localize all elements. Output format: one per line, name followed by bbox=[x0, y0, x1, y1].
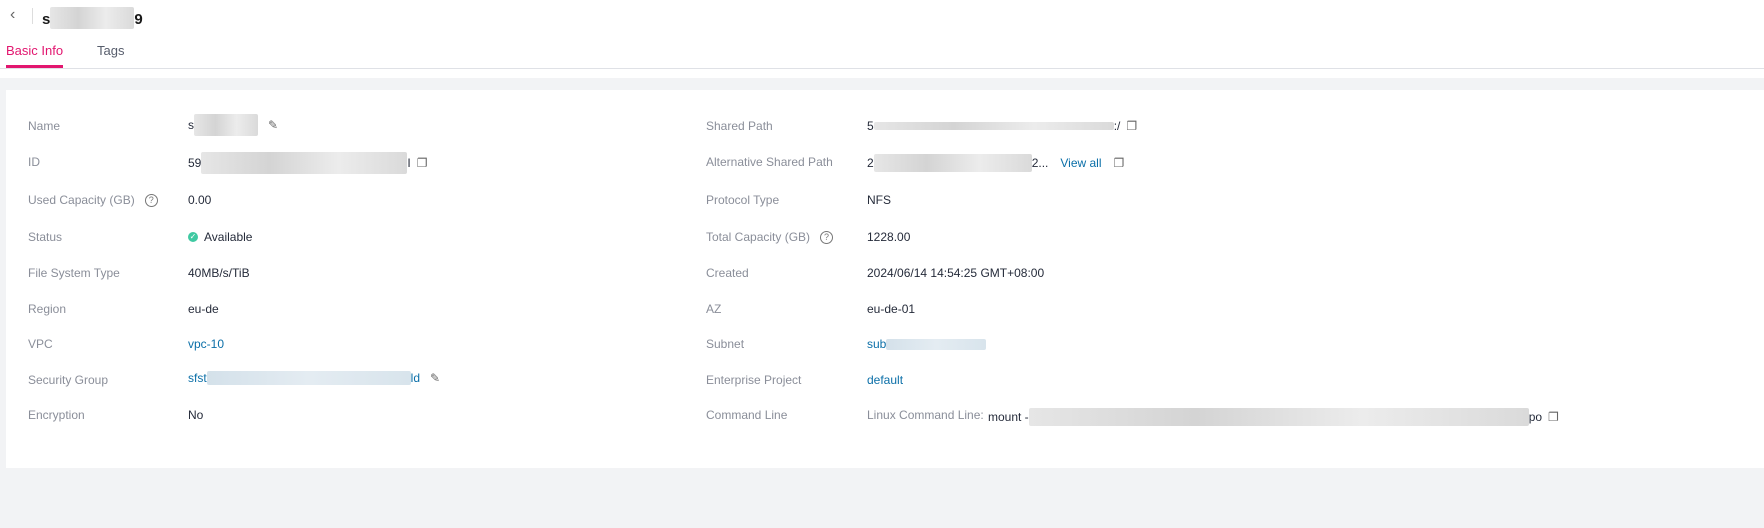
command-line-value: mount - po ❐ bbox=[988, 408, 1559, 426]
tab-basic-info[interactable]: Basic Info bbox=[6, 43, 64, 68]
page-title: s9 bbox=[42, 7, 143, 29]
shared-path-label: Shared Path bbox=[706, 119, 773, 133]
vpc-link[interactable]: vpc-10 bbox=[188, 337, 224, 351]
total-capacity-label: Total Capacity (GB)? bbox=[706, 230, 834, 244]
encryption-value: No bbox=[188, 408, 204, 422]
edit-icon[interactable]: ✎ bbox=[430, 371, 440, 385]
redacted bbox=[206, 371, 411, 385]
redacted bbox=[194, 114, 258, 136]
encryption-label: Encryption bbox=[28, 408, 85, 422]
enterprise-project-label: Enterprise Project bbox=[706, 373, 802, 387]
check-circle-icon: ✓ bbox=[188, 232, 198, 242]
total-capacity-value: 1228.00 bbox=[867, 230, 911, 244]
security-group-label: Security Group bbox=[28, 373, 109, 387]
region-label: Region bbox=[28, 302, 67, 316]
name-label: Name bbox=[28, 119, 61, 133]
id-label: ID bbox=[28, 155, 40, 169]
protocol-type-label: Protocol Type bbox=[706, 193, 780, 207]
used-capacity-value: 0.00 bbox=[188, 193, 212, 207]
alt-shared-path-value: 2 2... View all ❐ bbox=[867, 154, 1125, 172]
created-label: Created bbox=[706, 266, 749, 280]
view-all-link[interactable]: View all bbox=[1060, 156, 1101, 170]
name-value: s ✎ bbox=[188, 114, 278, 136]
shared-path-value: 5:/❐ bbox=[867, 119, 1138, 133]
az-value: eu-de-01 bbox=[867, 302, 916, 316]
redacted bbox=[886, 338, 987, 350]
edit-icon[interactable]: ✎ bbox=[268, 118, 278, 132]
tab-bar: Basic Info Tags bbox=[0, 40, 1764, 69]
back-icon[interactable]: ‹ bbox=[10, 6, 26, 24]
status-value: ✓ Available bbox=[188, 230, 253, 244]
alt-shared-path-label: Alternative Shared Path bbox=[706, 155, 833, 169]
subnet-link[interactable]: sub bbox=[867, 337, 987, 351]
redacted bbox=[873, 154, 1032, 172]
redacted bbox=[1028, 408, 1529, 426]
redacted bbox=[50, 7, 135, 29]
protocol-type-value: NFS bbox=[867, 193, 891, 207]
enterprise-project-link[interactable]: default bbox=[867, 373, 903, 387]
id-value: 59 I ❐ bbox=[188, 152, 427, 174]
help-icon[interactable]: ? bbox=[820, 230, 834, 244]
copy-icon[interactable]: ❐ bbox=[1548, 410, 1559, 424]
divider bbox=[32, 8, 33, 24]
copy-icon[interactable]: ❐ bbox=[1114, 156, 1125, 170]
basic-info-card: Name s ✎ ID 59 I ❐ Used Capacity (GB)? 0.00… bbox=[6, 90, 1764, 468]
copy-icon[interactable]: ❐ bbox=[1126, 119, 1137, 133]
command-line-label: Command Line bbox=[706, 408, 788, 422]
linux-command-line-label: Linux Command Line: bbox=[867, 408, 984, 422]
fs-type-value: 40MB/s/TiB bbox=[188, 266, 250, 280]
status-label: Status bbox=[28, 230, 63, 244]
vpc-label: VPC bbox=[28, 337, 53, 351]
copy-icon[interactable]: ❐ bbox=[417, 156, 428, 170]
used-capacity-label: Used Capacity (GB)? bbox=[28, 193, 158, 207]
redacted bbox=[201, 152, 408, 174]
tab-tags[interactable]: Tags bbox=[97, 43, 124, 58]
help-icon[interactable]: ? bbox=[144, 193, 158, 207]
redacted bbox=[873, 122, 1114, 130]
fs-type-label: File System Type bbox=[28, 266, 120, 280]
created-value: 2024/06/14 14:54:25 GMT+08:00 bbox=[867, 266, 1045, 280]
security-group-link[interactable]: sfst ld bbox=[188, 371, 420, 385]
subnet-label: Subnet bbox=[706, 337, 745, 351]
security-group-value: sfst ld ✎ bbox=[188, 371, 440, 385]
region-value: eu-de bbox=[188, 302, 219, 316]
az-label: AZ bbox=[706, 302, 722, 316]
